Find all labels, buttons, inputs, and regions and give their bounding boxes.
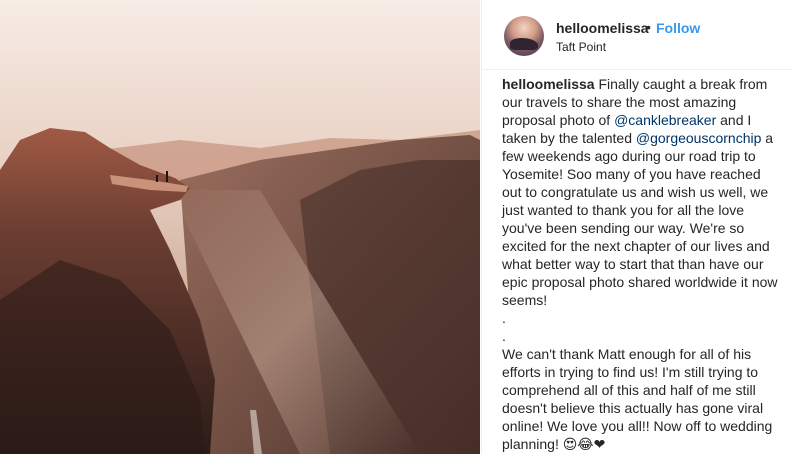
caption-text-part3: a few weekends ago during our road trip … (502, 130, 778, 452)
post-username[interactable]: helloomelissa (556, 20, 649, 36)
mention-link-gorgeouscornchip[interactable]: @gorgeouscornchip (636, 130, 762, 146)
follow-button[interactable]: Follow (656, 20, 700, 36)
post-location[interactable]: Taft Point (556, 40, 606, 54)
cliff-landscape-image (0, 0, 480, 454)
separator-dot: • (646, 19, 651, 35)
mention-link-canklebreaker[interactable]: @canklebreaker (614, 112, 716, 128)
post-side-panel: helloomelissa • Follow Taft Point helloo… (481, 0, 793, 454)
post-caption: helloomelissa Finally caught a break fro… (502, 75, 782, 453)
caption-username[interactable]: helloomelissa (502, 76, 595, 92)
post-header: helloomelissa • Follow Taft Point (482, 0, 793, 70)
avatar[interactable] (504, 16, 544, 56)
post-photo[interactable] (0, 0, 480, 454)
